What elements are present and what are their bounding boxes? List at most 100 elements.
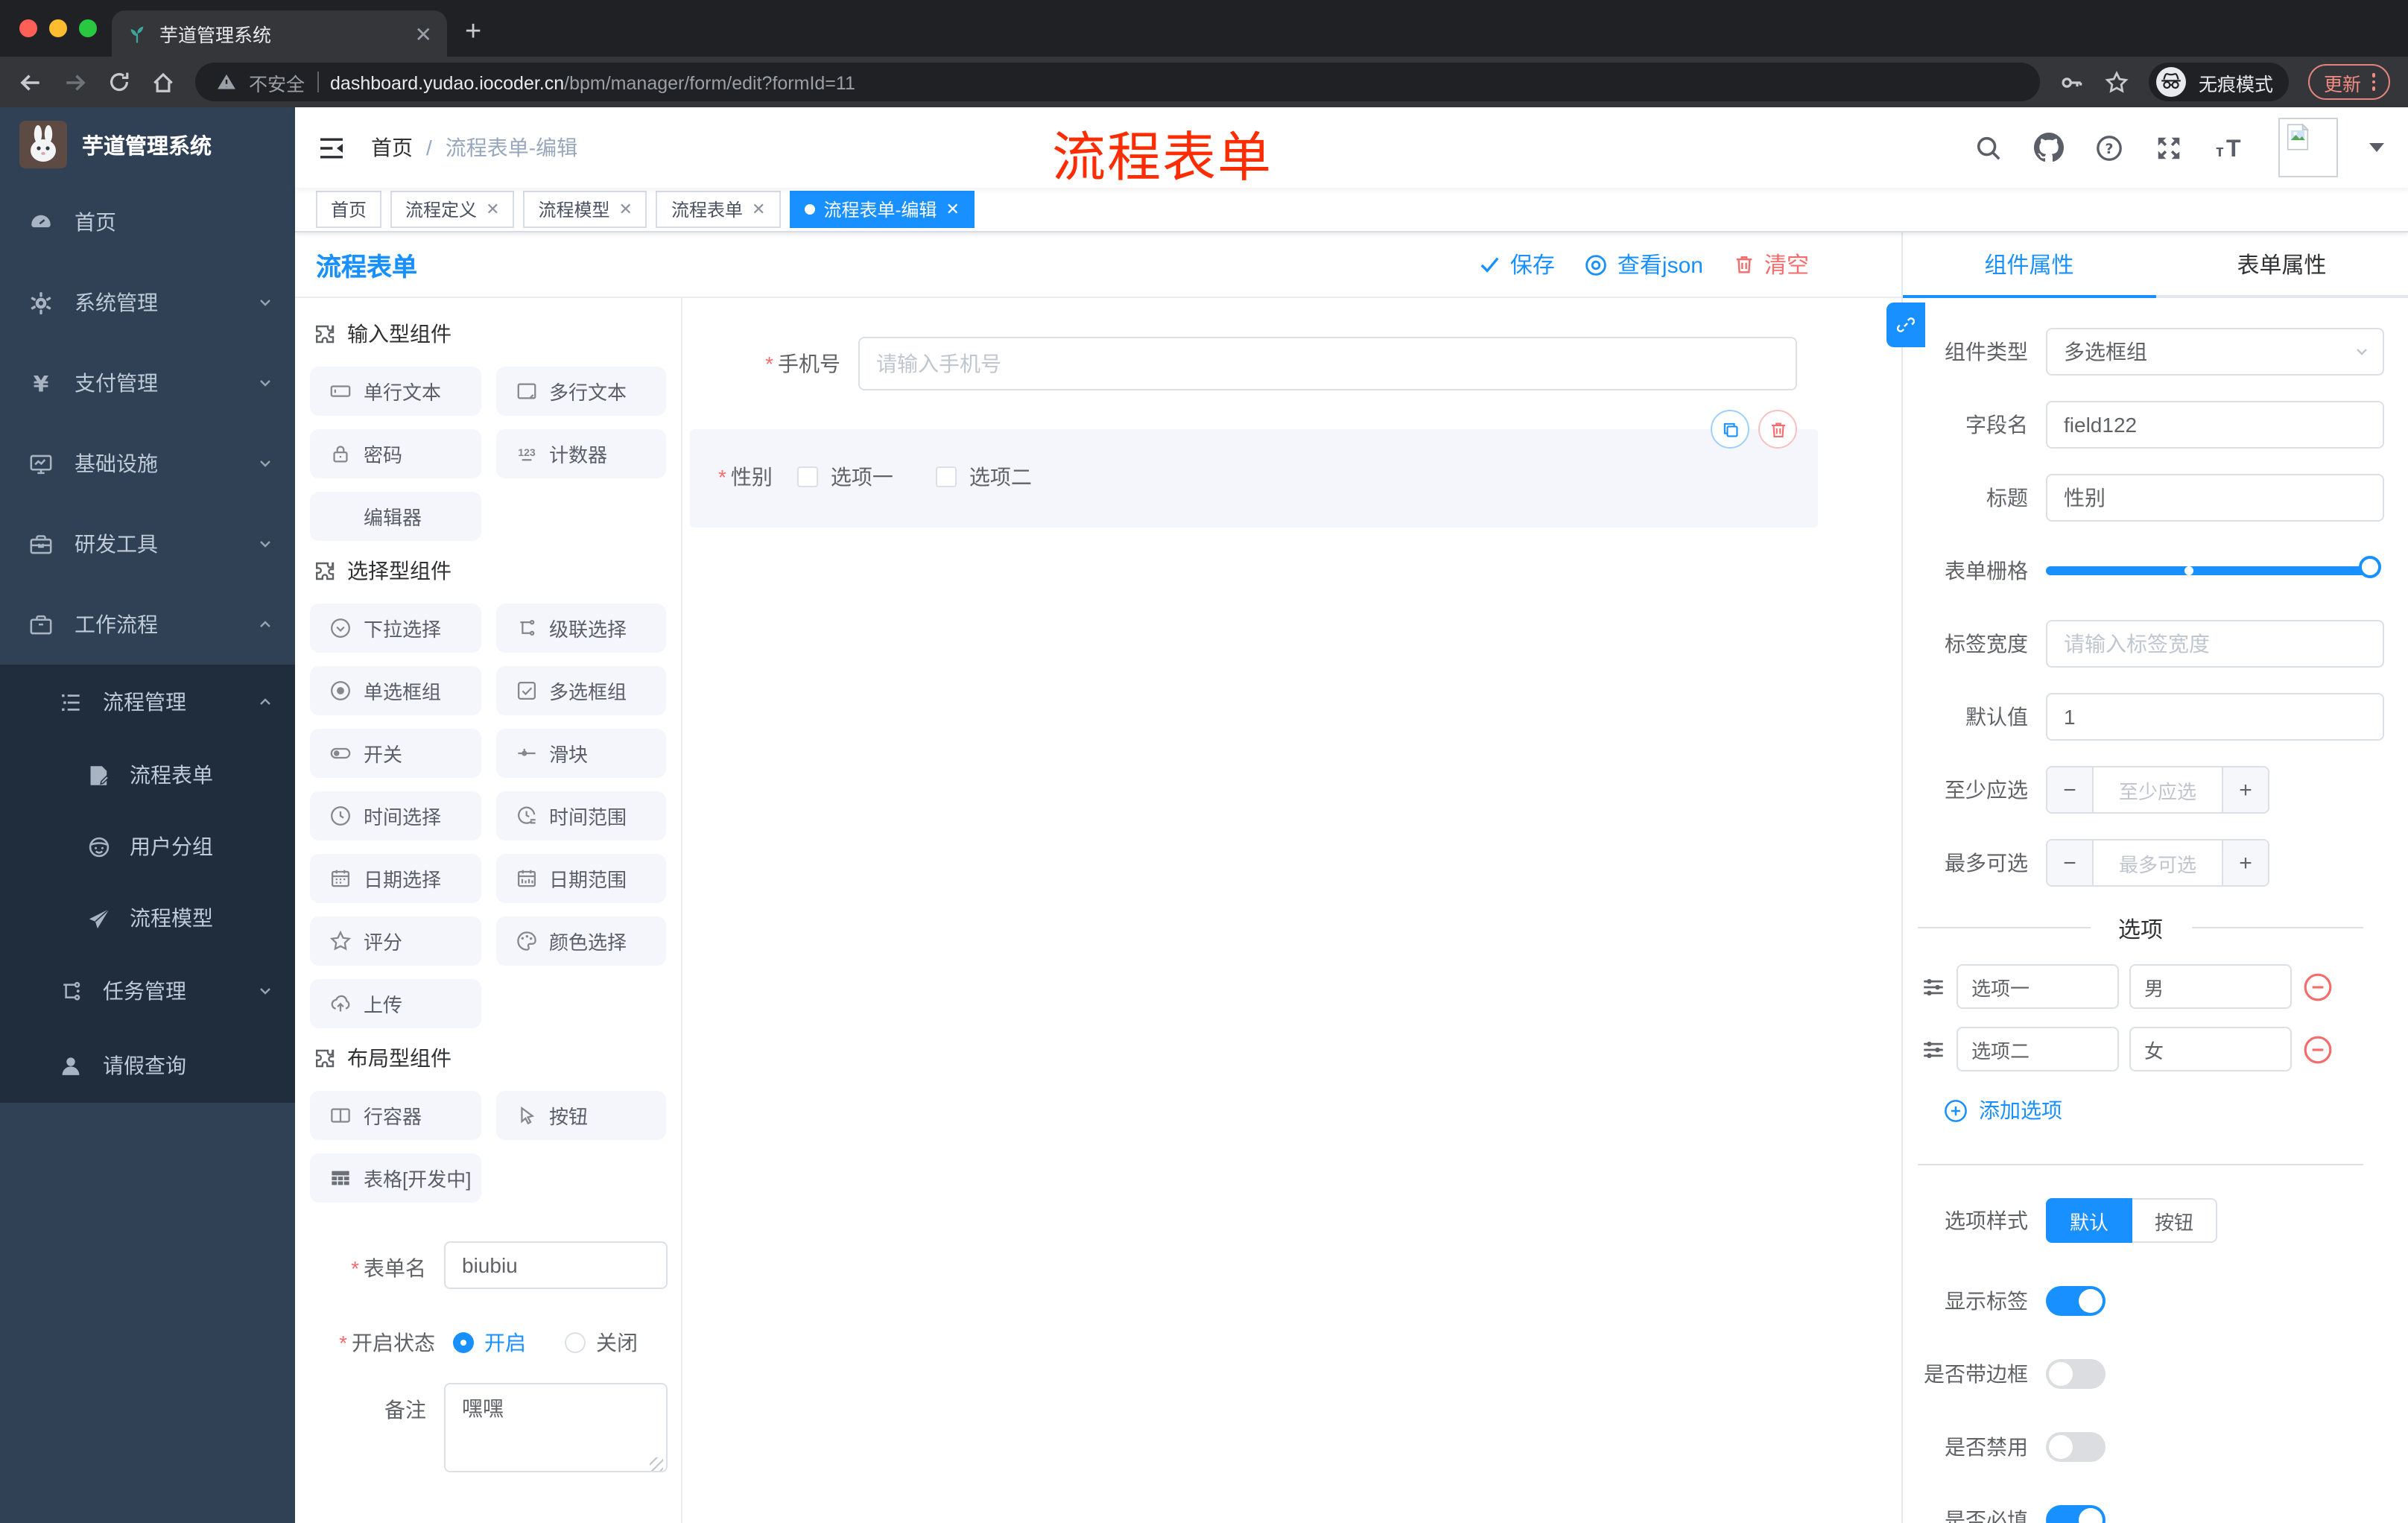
required-toggle[interactable] <box>2046 1505 2106 1523</box>
update-browser-button[interactable]: 更新 <box>2308 64 2390 100</box>
border-toggle[interactable] <box>2046 1359 2106 1389</box>
github-icon[interactable] <box>2034 133 2064 162</box>
tag-process-model[interactable]: 流程模型 ✕ <box>523 191 647 228</box>
palette-item-table[interactable]: 表格[开发中] <box>310 1153 481 1203</box>
avatar[interactable] <box>2278 118 2338 177</box>
palette-item-slider[interactable]: 滑块 <box>495 729 666 778</box>
minimize-window-button[interactable] <box>49 19 67 37</box>
fullscreen-icon[interactable] <box>2155 133 2183 162</box>
style-button-button[interactable]: 按钮 <box>2132 1198 2218 1243</box>
palette-item-date-range[interactable]: 日期范围 <box>495 854 666 903</box>
max-select-placeholder[interactable]: 最多可选 <box>2094 840 2222 885</box>
sidebar-item-dev-tools[interactable]: 研发工具 <box>0 504 295 584</box>
copy-component-button[interactable] <box>1711 410 1749 449</box>
form-canvas[interactable]: * 手机号 请输入手机号 * 性别 选项一 选项二 <box>682 298 1901 1523</box>
option-label-input[interactable] <box>1956 964 2119 1009</box>
bookmark-star-icon[interactable] <box>2105 69 2130 95</box>
option-value-input[interactable] <box>2129 1027 2292 1071</box>
palette-item-select[interactable]: 下拉选择 <box>310 604 481 653</box>
remark-textarea[interactable]: 嘿嘿 <box>444 1383 668 1472</box>
min-select-placeholder[interactable]: 至少应选 <box>2094 767 2222 812</box>
tab-component-props[interactable]: 组件属性 <box>1903 232 2155 295</box>
sidebar-item-user-group[interactable]: 用户分组 <box>0 811 295 882</box>
decrease-button[interactable]: − <box>2047 767 2094 812</box>
show-label-toggle[interactable] <box>2046 1286 2106 1316</box>
title-input[interactable] <box>2046 474 2384 522</box>
palette-item-row-container[interactable]: 行容器 <box>310 1091 481 1140</box>
close-tag-icon[interactable]: ✕ <box>486 200 499 219</box>
forward-icon[interactable] <box>63 69 88 95</box>
avatar-dropdown-caret[interactable] <box>2369 143 2384 152</box>
sidebar-item-home[interactable]: 首页 <box>0 182 295 262</box>
sidebar-item-process-management[interactable]: 流程管理 <box>0 665 295 739</box>
increase-button[interactable]: + <box>2222 840 2268 885</box>
browser-menu-dots-icon[interactable] <box>2371 73 2375 91</box>
tag-process-form-edit[interactable]: 流程表单-编辑 ✕ <box>789 191 975 228</box>
close-tag-icon[interactable]: ✕ <box>945 200 959 219</box>
tag-process-definition[interactable]: 流程定义 ✕ <box>390 191 515 228</box>
collapse-sidebar-icon[interactable] <box>319 136 344 159</box>
palette-item-rate[interactable]: 评分 <box>310 916 481 966</box>
palette-item-switch[interactable]: 开关 <box>310 729 481 778</box>
link-tab[interactable] <box>1886 303 1925 347</box>
status-open-radio[interactable]: 开启 <box>453 1328 526 1358</box>
browser-tab[interactable]: 芋道管理系统 ✕ <box>112 10 447 57</box>
style-default-button[interactable]: 默认 <box>2046 1198 2133 1243</box>
back-icon[interactable] <box>18 69 43 95</box>
form-grid-slider[interactable] <box>2046 547 2381 595</box>
maximize-window-button[interactable] <box>79 19 97 37</box>
breadcrumb-home[interactable]: 首页 <box>371 133 413 162</box>
phone-field-row[interactable]: * 手机号 <box>712 337 1901 390</box>
new-tab-button[interactable]: + <box>465 16 481 49</box>
sidebar-item-system[interactable]: 系统管理 <box>0 262 295 343</box>
reload-icon[interactable] <box>107 70 131 94</box>
palette-item-upload[interactable]: 上传 <box>310 979 481 1028</box>
sidebar-item-infrastructure[interactable]: 基础设施 <box>0 423 295 504</box>
palette-item-time-range[interactable]: 时间范围 <box>495 791 666 840</box>
disabled-toggle[interactable] <box>2046 1432 2106 1462</box>
add-option-button[interactable]: 添加选项 <box>1943 1095 2384 1125</box>
decrease-button[interactable]: − <box>2047 840 2094 885</box>
palette-item-cascader[interactable]: 级联选择 <box>495 604 666 653</box>
palette-item-color-picker[interactable]: 颜色选择 <box>495 916 666 966</box>
sidebar-item-task-management[interactable]: 任务管理 <box>0 954 295 1028</box>
status-closed-radio[interactable]: 关闭 <box>565 1328 638 1358</box>
palette-item-checkbox-group[interactable]: 多选框组 <box>495 666 666 715</box>
component-type-select[interactable]: 多选框组 <box>2046 328 2384 376</box>
remove-option-button[interactable] <box>2302 971 2333 1002</box>
slider-handle[interactable] <box>2359 556 2381 578</box>
option-label-input[interactable] <box>1956 1027 2119 1071</box>
address-bar[interactable]: 不安全 dashboard.yudao.iocoder.cn/bpm/manag… <box>195 63 2041 101</box>
drag-handle-icon[interactable] <box>1921 1036 1946 1062</box>
option-value-input[interactable] <box>2129 964 2292 1009</box>
delete-component-button[interactable] <box>1758 410 1797 449</box>
palette-item-editor[interactable]: 编辑器 <box>310 492 481 541</box>
close-tag-icon[interactable]: ✕ <box>752 200 765 219</box>
selected-component-gender[interactable]: * 性别 选项一 选项二 <box>690 410 1818 528</box>
font-size-icon[interactable]: т T <box>2214 134 2247 161</box>
palette-item-single-line-text[interactable]: 单行文本 <box>310 367 481 416</box>
remove-option-button[interactable] <box>2302 1033 2333 1065</box>
sidebar-item-process-model[interactable]: 流程模型 <box>0 882 295 954</box>
label-width-input[interactable] <box>2046 620 2384 668</box>
tag-home[interactable]: 首页 <box>316 191 382 228</box>
sidebar-item-leave-query[interactable]: 请假查询 <box>0 1028 295 1103</box>
palette-item-date-picker[interactable]: 日期选择 <box>310 854 481 903</box>
view-json-button[interactable]: 查看json <box>1585 249 1703 280</box>
form-name-input[interactable] <box>444 1241 668 1289</box>
help-icon[interactable]: ? <box>2095 133 2123 162</box>
palette-item-multi-line-text[interactable]: 多行文本 <box>495 367 666 416</box>
palette-item-button[interactable]: 按钮 <box>495 1091 666 1140</box>
home-icon[interactable] <box>150 69 176 95</box>
sidebar-item-payment[interactable]: ¥ 支付管理 <box>0 343 295 423</box>
palette-item-radio-group[interactable]: 单选框组 <box>310 666 481 715</box>
palette-item-password[interactable]: 密码 <box>310 429 481 478</box>
gender-option2-checkbox[interactable]: 选项二 <box>936 462 1032 492</box>
default-value-input[interactable] <box>2046 693 2384 741</box>
tag-process-form[interactable]: 流程表单 ✕ <box>656 191 781 228</box>
close-window-button[interactable] <box>19 19 37 37</box>
search-icon[interactable] <box>1974 133 2003 162</box>
sidebar-item-process-form[interactable]: 流程表单 <box>0 739 295 811</box>
drag-handle-icon[interactable] <box>1921 974 1946 999</box>
gender-option1-checkbox[interactable]: 选项一 <box>797 462 893 492</box>
